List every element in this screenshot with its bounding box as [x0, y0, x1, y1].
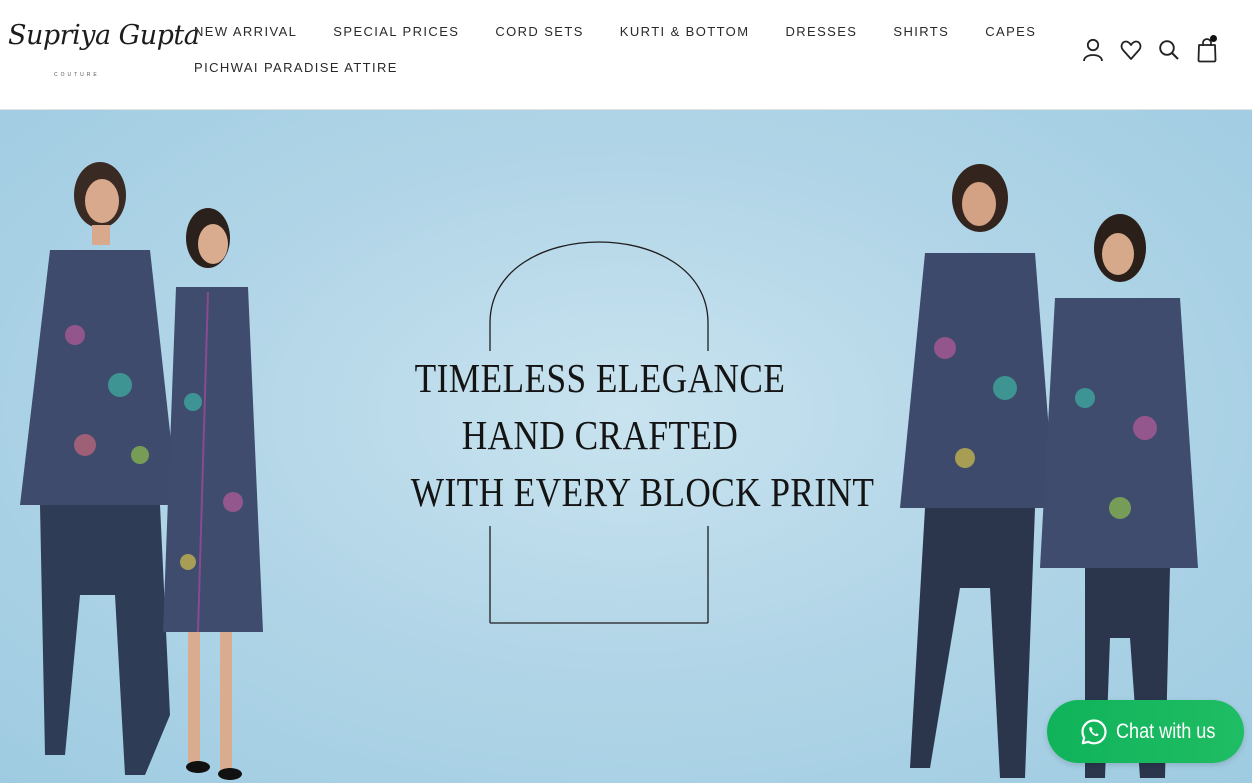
- nav-item-special-prices[interactable]: SPECIAL PRICES: [333, 24, 459, 39]
- nav-item-kurti-bottom[interactable]: KURTI & BOTTOM: [620, 24, 750, 39]
- nav-item-capes[interactable]: CAPES: [985, 24, 1036, 39]
- account-button[interactable]: [1078, 34, 1108, 66]
- hero-headline: TIMELESS ELEGANCE HAND CRAFTED WITH EVER…: [410, 350, 875, 521]
- model-figure-left-2: [163, 208, 263, 780]
- main-navigation: NEW ARRIVAL SPECIAL PRICES CORD SETS KUR…: [194, 20, 1035, 78]
- search-icon: [1159, 40, 1179, 60]
- brand-logo-script: Supriya Gupta: [8, 20, 200, 51]
- brand-logo[interactable]: Supriya Gupta COUTURE: [8, 14, 200, 84]
- hero-banner[interactable]: TIMELESS ELEGANCE HAND CRAFTED WITH EVER…: [0, 110, 1252, 783]
- chat-with-us-button[interactable]: Chat with us: [1047, 700, 1244, 763]
- wishlist-button[interactable]: [1116, 34, 1146, 66]
- nav-item-new-arrival[interactable]: NEW ARRIVAL: [194, 24, 297, 39]
- site-header: Supriya Gupta COUTURE NEW ARRIVAL SPECIA…: [0, 0, 1252, 110]
- brand-logo-tagline: COUTURE: [54, 72, 100, 78]
- hero-line-2: HAND CRAFTED: [461, 412, 739, 458]
- nav-item-shirts[interactable]: SHIRTS: [893, 24, 949, 39]
- nav-item-dresses[interactable]: DRESSES: [785, 24, 857, 39]
- user-icon: [1083, 38, 1103, 62]
- search-button[interactable]: [1154, 34, 1184, 66]
- nav-item-pichwai-paradise-attire[interactable]: PICHWAI PARADISE ATTIRE: [194, 60, 398, 75]
- cart-button[interactable]: [1192, 34, 1222, 66]
- nav-item-cord-sets[interactable]: CORD SETS: [495, 24, 583, 39]
- heart-icon: [1120, 40, 1142, 60]
- cart-indicator-dot: [1210, 35, 1217, 42]
- header-actions: [1078, 34, 1230, 66]
- whatsapp-icon: [1081, 718, 1107, 744]
- model-figure-right-1: [900, 164, 1055, 778]
- model-figure-left-1: [20, 162, 178, 775]
- model-figure-right-2: [1040, 214, 1198, 778]
- hero-line-1: TIMELESS ELEGANCE: [414, 355, 786, 401]
- nav-row-1: NEW ARRIVAL SPECIAL PRICES CORD SETS KUR…: [194, 20, 1035, 42]
- chat-label: Chat with us: [1116, 719, 1216, 743]
- nav-row-2: PICHWAI PARADISE ATTIRE: [194, 56, 934, 78]
- hero-line-3: WITH EVERY BLOCK PRINT: [410, 469, 875, 515]
